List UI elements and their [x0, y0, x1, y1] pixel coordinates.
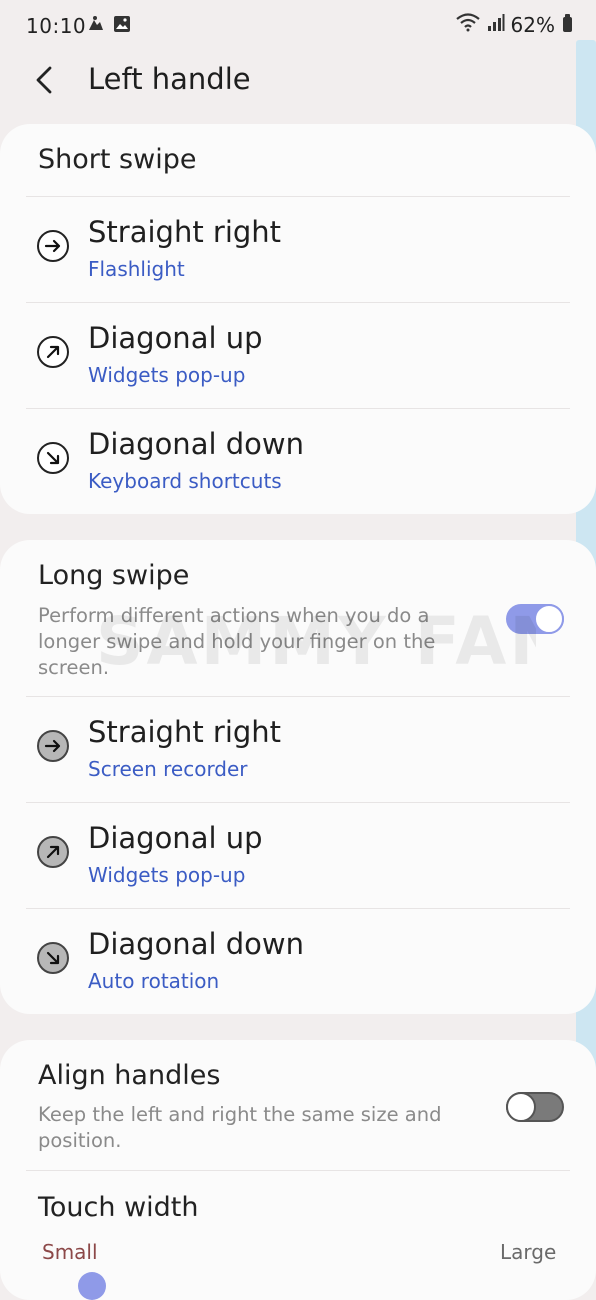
battery-icon: [563, 14, 572, 32]
notification-icon: [86, 14, 106, 39]
slider-min-label: Small: [42, 1240, 98, 1264]
row-label: Straight right: [88, 715, 282, 749]
section-title: Long swipe: [38, 560, 190, 591]
short-diagonal-down-row[interactable]: Diagonal down Keyboard shortcuts: [26, 408, 570, 514]
long-diagonal-up-row[interactable]: Diagonal up Widgets pop-up: [26, 802, 570, 908]
arrow-down-right-icon: [37, 942, 69, 974]
long-swipe-toggle[interactable]: [506, 604, 564, 634]
back-button[interactable]: [30, 62, 62, 98]
divider: [26, 1170, 570, 1171]
align-handles-toggle[interactable]: [506, 1092, 564, 1122]
row-action: Flashlight: [88, 257, 185, 281]
row-label: Diagonal up: [88, 821, 263, 855]
page-title: Left handle: [88, 62, 251, 96]
slider-max-label: Large: [500, 1240, 557, 1264]
arrow-down-right-icon: [37, 442, 69, 474]
toggle-knob: [506, 1092, 536, 1122]
row-action: Widgets pop-up: [88, 863, 246, 887]
align-handles-description: Keep the left and right the same size an…: [38, 1103, 442, 1152]
battery-percent: 62%: [510, 12, 555, 37]
short-diagonal-up-row[interactable]: Diagonal up Widgets pop-up: [26, 302, 570, 408]
app-header: Left handle: [0, 52, 596, 112]
row-label: Diagonal up: [88, 321, 263, 355]
row-action: Screen recorder: [88, 757, 248, 781]
row-action: Auto rotation: [88, 969, 220, 993]
handle-settings-card: Align handles Keep the left and right th…: [0, 1040, 596, 1300]
arrow-up-right-icon: [37, 836, 69, 868]
arrow-right-icon: [37, 730, 69, 762]
align-handles-title: Align handles: [38, 1060, 221, 1091]
wifi-icon: [455, 12, 481, 37]
touch-width-title: Touch width: [38, 1192, 199, 1223]
signal-icon: [487, 13, 505, 37]
touch-width-slider-thumb[interactable]: [78, 1272, 106, 1300]
row-label: Straight right: [88, 215, 282, 249]
arrow-right-icon: [37, 230, 69, 262]
short-swipe-card: Short swipe Straight right Flashlight Di…: [0, 124, 596, 514]
chevron-left-icon: [36, 66, 52, 94]
short-straight-right-row[interactable]: Straight right Flashlight: [26, 196, 570, 302]
long-diagonal-down-row[interactable]: Diagonal down Auto rotation: [26, 908, 570, 1014]
long-straight-right-row[interactable]: Straight right Screen recorder: [26, 696, 570, 802]
row-label: Diagonal down: [88, 927, 304, 961]
arrow-up-right-icon: [37, 336, 69, 368]
row-action: Widgets pop-up: [88, 363, 246, 387]
image-icon: [112, 14, 132, 39]
toggle-knob: [534, 604, 564, 634]
section-description: Perform different actions when you do a …: [38, 604, 436, 679]
row-label: Diagonal down: [88, 427, 304, 461]
section-title: Short swipe: [38, 144, 197, 175]
row-action: Keyboard shortcuts: [88, 469, 282, 493]
status-time: 10:10: [26, 14, 87, 38]
long-swipe-card: Long swipe Perform different actions whe…: [0, 540, 596, 1014]
status-bar: 10:10 62%: [0, 0, 596, 52]
